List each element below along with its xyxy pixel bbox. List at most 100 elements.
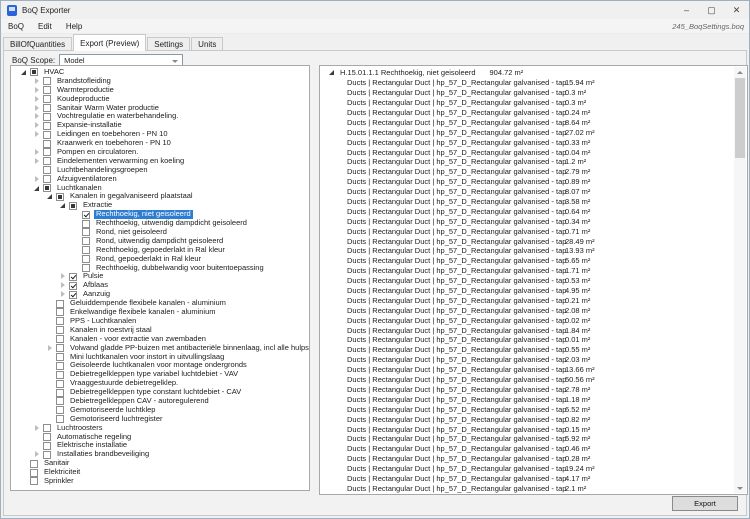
checkbox-unchecked[interactable]: [56, 317, 64, 325]
checkbox-indeterminate[interactable]: [69, 202, 77, 210]
checkbox-unchecked[interactable]: [56, 335, 64, 343]
expand-arrow-icon[interactable]: [32, 424, 43, 433]
duct-row[interactable]: Ducts | Rectangular Duct | hp_57_D_Recta…: [320, 226, 747, 236]
tree-item-label[interactable]: Sprinkler: [42, 477, 76, 486]
menu-item-help[interactable]: Help: [59, 22, 89, 31]
expand-arrow-icon[interactable]: [32, 450, 43, 459]
checkbox-unchecked[interactable]: [56, 344, 64, 352]
duct-row[interactable]: Ducts | Rectangular Duct | hp_57_D_Recta…: [320, 325, 747, 335]
checkbox-indeterminate[interactable]: [43, 184, 51, 192]
expand-arrow-icon[interactable]: [32, 77, 43, 86]
duct-row[interactable]: Ducts | Rectangular Duct | hp_57_D_Recta…: [320, 216, 747, 226]
checkbox-unchecked[interactable]: [43, 157, 51, 165]
duct-row[interactable]: Ducts | Rectangular Duct | hp_57_D_Recta…: [320, 355, 747, 365]
duct-row[interactable]: Ducts | Rectangular Duct | hp_57_D_Recta…: [320, 385, 747, 395]
checkbox-unchecked[interactable]: [82, 237, 90, 245]
tree-item[interactable]: Enkelwandige flexibele kanalen - alumini…: [11, 308, 309, 317]
tree-item-label[interactable]: Installaties brandbeveiliging: [55, 450, 151, 459]
checkbox-unchecked[interactable]: [30, 460, 38, 468]
checkbox-checked[interactable]: [82, 211, 90, 219]
tree-item[interactable]: PPS - Luchtkanalen: [11, 317, 309, 326]
expand-arrow-icon[interactable]: [45, 344, 56, 353]
tree-item[interactable]: Afblaas: [11, 281, 309, 290]
checkbox-checked[interactable]: [69, 291, 77, 299]
tree-item-label[interactable]: Rechthoekig, dubbelwandig voor buitentoe…: [94, 264, 266, 273]
expand-arrow-icon[interactable]: [58, 272, 69, 281]
duct-row[interactable]: Ducts | Rectangular Duct | hp_57_D_Recta…: [320, 127, 747, 137]
expand-arrow-icon[interactable]: [32, 86, 43, 95]
tree-item[interactable]: HVAC: [11, 68, 309, 77]
checkbox-unchecked[interactable]: [43, 104, 51, 112]
expand-arrow-icon[interactable]: [58, 290, 69, 299]
checkbox-unchecked[interactable]: [82, 264, 90, 272]
tree-item[interactable]: Sprinkler: [11, 477, 309, 486]
collapse-arrow-icon[interactable]: [58, 201, 69, 210]
duct-row[interactable]: Ducts | Rectangular Duct | hp_57_D_Recta…: [320, 434, 747, 444]
expand-arrow-icon[interactable]: [32, 95, 43, 104]
scroll-up-icon[interactable]: [734, 67, 746, 77]
duct-row[interactable]: Ducts | Rectangular Duct | hp_57_D_Recta…: [320, 206, 747, 216]
tree-item[interactable]: Debietregelkleppen CAV - autoregulerend: [11, 397, 309, 406]
checkbox-unchecked[interactable]: [56, 415, 64, 423]
checkbox-unchecked[interactable]: [56, 371, 64, 379]
expand-arrow-icon[interactable]: [58, 281, 69, 290]
tree-item[interactable]: Afzuigventilatoren: [11, 175, 309, 184]
expand-arrow-icon[interactable]: [32, 104, 43, 113]
tree-item[interactable]: Luchtbehandelingsgroepen: [11, 166, 309, 175]
checkbox-unchecked[interactable]: [30, 469, 38, 477]
duct-row[interactable]: Ducts | Rectangular Duct | hp_57_D_Recta…: [320, 286, 747, 296]
duct-row[interactable]: Ducts | Rectangular Duct | hp_57_D_Recta…: [320, 246, 747, 256]
duct-row[interactable]: Ducts | Rectangular Duct | hp_57_D_Recta…: [320, 98, 747, 108]
duct-row[interactable]: Ducts | Rectangular Duct | hp_57_D_Recta…: [320, 167, 747, 177]
checkbox-unchecked[interactable]: [56, 380, 64, 388]
duct-row[interactable]: Ducts | Rectangular Duct | hp_57_D_Recta…: [320, 177, 747, 187]
duct-row[interactable]: Ducts | Rectangular Duct | hp_57_D_Recta…: [320, 345, 747, 355]
tree-item[interactable]: Brandstofleiding: [11, 77, 309, 86]
duct-row[interactable]: Ducts | Rectangular Duct | hp_57_D_Recta…: [320, 335, 747, 345]
checkbox-unchecked[interactable]: [82, 228, 90, 236]
category-tree[interactable]: HVACBrandstofleidingWarmteproductieKoude…: [10, 65, 310, 491]
duct-row[interactable]: Ducts | Rectangular Duct | hp_57_D_Recta…: [320, 305, 747, 315]
checkbox-unchecked[interactable]: [43, 433, 51, 441]
preview-list[interactable]: H.15.01.1.1 Rechthoekig, niet geisoleerd…: [319, 65, 748, 495]
tree-item[interactable]: Kraanwerk en toebehoren - PN 10: [11, 139, 309, 148]
checkbox-unchecked[interactable]: [30, 477, 38, 485]
checkbox-unchecked[interactable]: [43, 131, 51, 139]
list-scrollbar[interactable]: [734, 67, 746, 493]
expand-arrow-icon[interactable]: [32, 175, 43, 184]
checkbox-checked[interactable]: [69, 273, 77, 281]
checkbox-unchecked[interactable]: [56, 406, 64, 414]
tree-item[interactable]: Warmteproductie: [11, 86, 309, 95]
menu-item-edit[interactable]: Edit: [31, 22, 59, 31]
close-button[interactable]: ✕: [724, 1, 749, 19]
checkbox-unchecked[interactable]: [43, 175, 51, 183]
checkbox-unchecked[interactable]: [43, 424, 51, 432]
checkbox-indeterminate[interactable]: [30, 68, 38, 76]
tree-item[interactable]: Vochtregulatie en waterbehandeling.: [11, 112, 309, 121]
tab-billofquantities[interactable]: BillOfQuantities: [3, 37, 72, 51]
duct-row[interactable]: Ducts | Rectangular Duct | hp_57_D_Recta…: [320, 266, 747, 276]
maximize-button[interactable]: ▢: [699, 1, 724, 19]
duct-row[interactable]: Ducts | Rectangular Duct | hp_57_D_Recta…: [320, 424, 747, 434]
duct-row[interactable]: Ducts | Rectangular Duct | hp_57_D_Recta…: [320, 157, 747, 167]
duct-row[interactable]: Ducts | Rectangular Duct | hp_57_D_Recta…: [320, 444, 747, 454]
tree-item[interactable]: Rechthoekig, dubbelwandig voor buitentoe…: [11, 264, 309, 273]
collapse-arrow-icon[interactable]: [327, 68, 338, 77]
checkbox-unchecked[interactable]: [56, 397, 64, 405]
checkbox-unchecked[interactable]: [56, 353, 64, 361]
checkbox-unchecked[interactable]: [82, 246, 90, 254]
expand-arrow-icon[interactable]: [32, 157, 43, 166]
duct-row[interactable]: Ducts | Rectangular Duct | hp_57_D_Recta…: [320, 117, 747, 127]
duct-row[interactable]: Ducts | Rectangular Duct | hp_57_D_Recta…: [320, 414, 747, 424]
checkbox-unchecked[interactable]: [82, 220, 90, 228]
collapse-arrow-icon[interactable]: [19, 68, 30, 77]
duct-row[interactable]: Ducts | Rectangular Duct | hp_57_D_Recta…: [320, 256, 747, 266]
checkbox-unchecked[interactable]: [56, 389, 64, 397]
checkbox-unchecked[interactable]: [56, 300, 64, 308]
duct-row[interactable]: Ducts | Rectangular Duct | hp_57_D_Recta…: [320, 315, 747, 325]
duct-row[interactable]: Ducts | Rectangular Duct | hp_57_D_Recta…: [320, 197, 747, 207]
tab-export-preview[interactable]: Export (Preview): [73, 34, 146, 51]
duct-row[interactable]: Ducts | Rectangular Duct | hp_57_D_Recta…: [320, 137, 747, 147]
duct-row[interactable]: Ducts | Rectangular Duct | hp_57_D_Recta…: [320, 464, 747, 474]
checkbox-unchecked[interactable]: [43, 140, 51, 148]
